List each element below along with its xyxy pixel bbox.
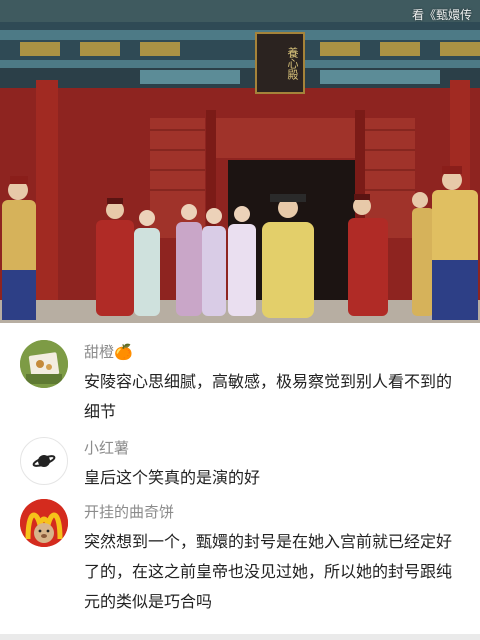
comment-text: 皇后这个笑真的是演的好 bbox=[84, 468, 261, 487]
mcdonalds-bear-avatar[interactable] bbox=[20, 499, 68, 547]
orange-emoji-icon: 🍊 bbox=[114, 343, 133, 361]
comment-item: 小红薯 皇后这个笑真的是演的好 bbox=[0, 433, 480, 503]
video-still[interactable]: 養心殿 看《甄嬛传 bbox=[0, 0, 480, 323]
comment-username[interactable]: 小红薯 bbox=[84, 437, 129, 458]
comment-username[interactable]: 开挂的曲奇饼 bbox=[84, 501, 174, 522]
comment-username[interactable]: 甜橙🍊 bbox=[84, 341, 133, 362]
comment-item: 甜橙🍊 安陵容心思细腻，高敏感，极易察觉到别人看不到的细节 bbox=[0, 337, 480, 437]
username-text: 甜橙 bbox=[84, 343, 115, 361]
comment-text: 安陵容心思细腻，高敏感，极易察觉到别人看不到的细节 bbox=[84, 372, 453, 421]
video-watermark: 看《甄嬛传 bbox=[411, 8, 472, 22]
palace-plaque: 養心殿 bbox=[255, 32, 305, 94]
comment-item: 开挂的曲奇饼 突然想到一个，甄嬛的封号是在她入宫前就已经定好了的，在这之前皇帝也… bbox=[0, 499, 480, 629]
palace-scene-image bbox=[0, 0, 480, 323]
comment-text: 突然想到一个，甄嬛的封号是在她入宫前就已经定好了的，在这之前皇帝也没见过她，所以… bbox=[84, 532, 453, 611]
bottom-divider bbox=[0, 634, 480, 640]
planet-icon[interactable] bbox=[20, 437, 68, 485]
food-photo-avatar[interactable] bbox=[20, 340, 68, 388]
